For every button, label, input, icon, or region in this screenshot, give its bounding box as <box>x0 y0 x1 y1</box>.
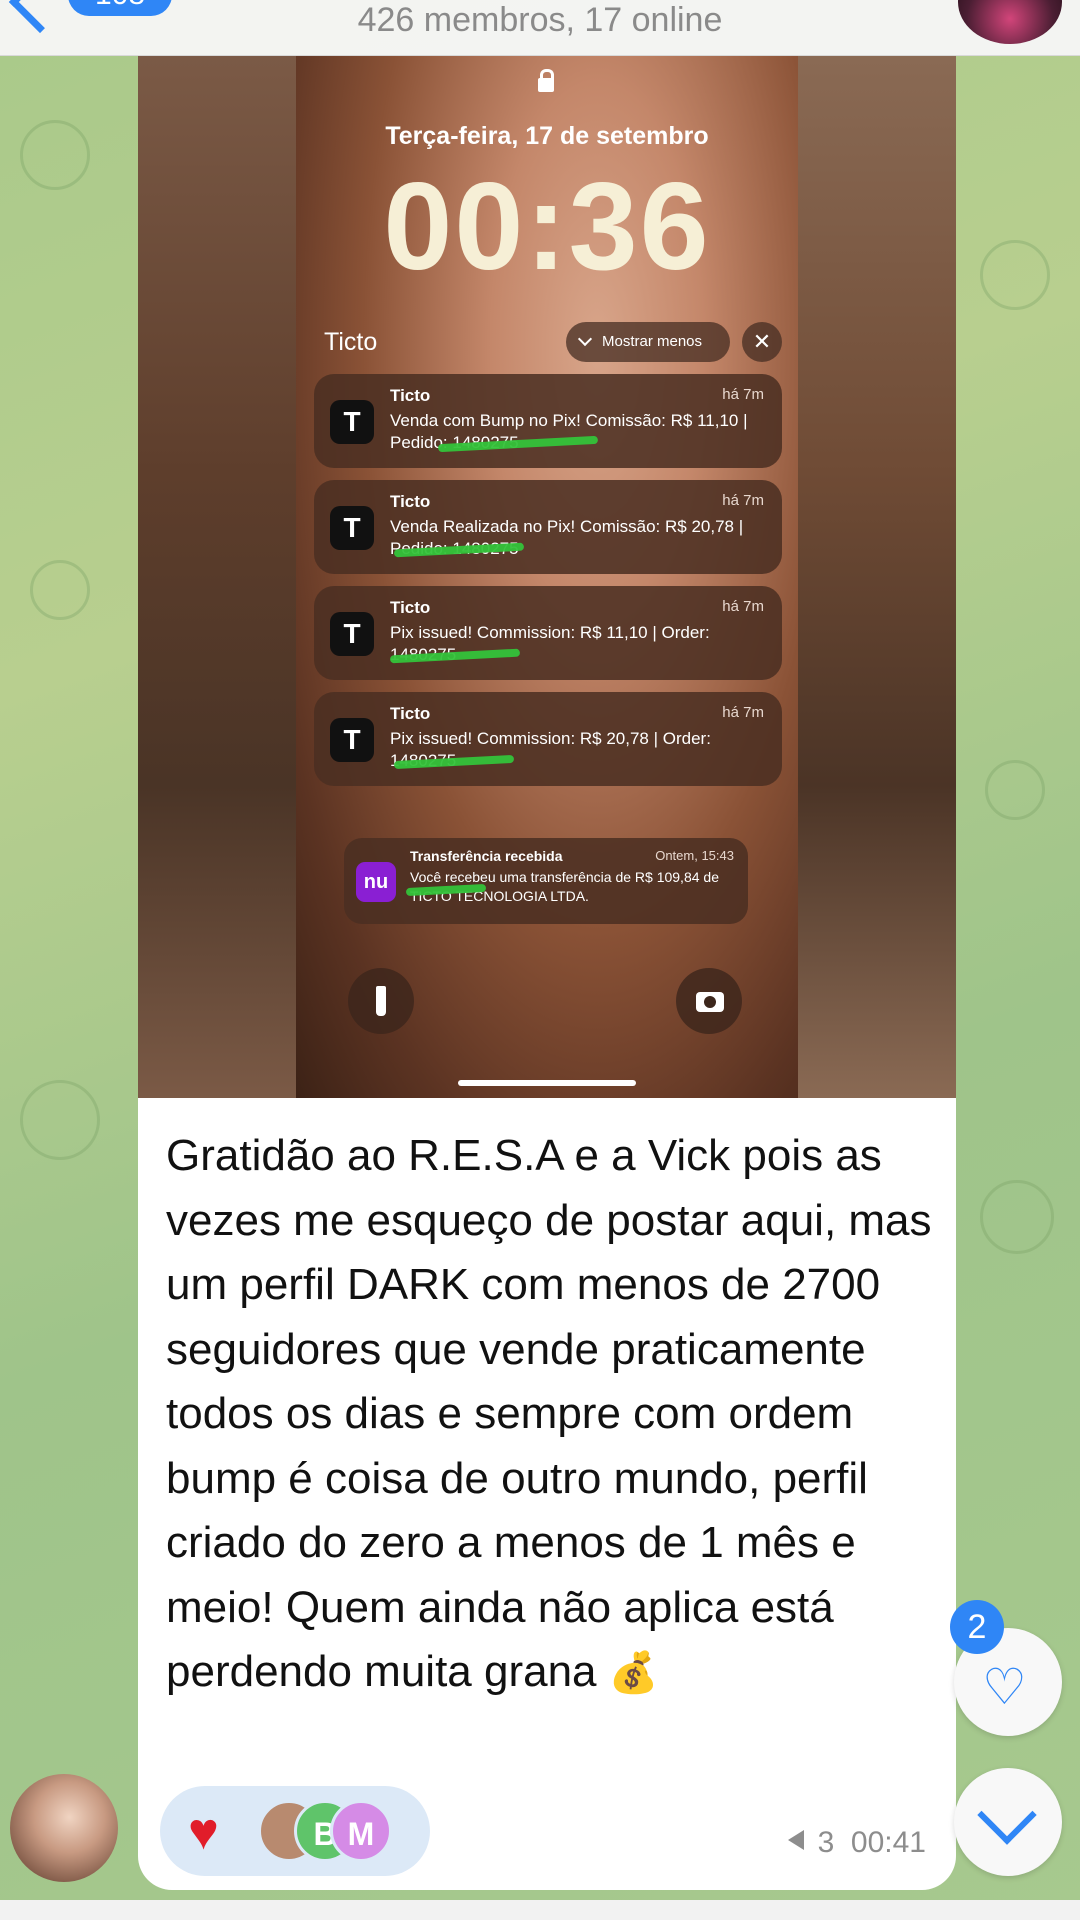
bank-notification-card: nu Transferência recebida Ontem, 15:43 V… <box>344 838 748 924</box>
wallpaper-doodle <box>30 560 90 620</box>
camera-button <box>676 968 742 1034</box>
close-icon: ✕ <box>742 322 782 362</box>
flashlight-icon <box>376 986 386 1016</box>
chat-subtitle[interactable]: 426 membros, 17 online <box>0 0 1080 40</box>
message-text: Gratidão ao R.E.S.A e a Vick pois as vez… <box>166 1124 936 1706</box>
chevron-down-icon <box>977 1785 1037 1845</box>
heart-reaction-icon[interactable]: ♥ <box>188 1806 219 1858</box>
show-less-label: Mostrar menos <box>602 333 703 350</box>
ticto-app-icon: T <box>330 718 374 762</box>
ticto-app-icon: T <box>330 400 374 444</box>
message-time: 00:41 <box>850 1826 926 1859</box>
notification-time: há 7m <box>722 598 764 615</box>
reactor-avatar: M <box>330 1800 392 1862</box>
notification-card: T Ticto há 7m Pix issued! Commission: R$… <box>314 692 782 786</box>
wallpaper-doodle <box>980 240 1050 310</box>
home-indicator <box>458 1080 636 1086</box>
chevron-down-icon <box>577 331 593 347</box>
photo-blur-left <box>138 56 296 1098</box>
reply-count[interactable]: 3 <box>818 1826 835 1859</box>
photo-blur-right <box>798 56 956 1098</box>
notification-title: Ticto <box>390 386 431 405</box>
ticto-app-icon: T <box>330 612 374 656</box>
nubank-app-icon: nu <box>356 862 396 902</box>
message-meta: 3 00:41 <box>787 1826 926 1860</box>
lock-icon <box>538 69 554 92</box>
notification-title: Ticto <box>390 704 431 723</box>
input-bar-edge <box>0 1900 1080 1920</box>
message-body: Gratidão ao R.E.S.A e a Vick pois as vez… <box>166 1131 932 1696</box>
message-bubble[interactable]: Terça-feira, 17 de setembro 00:36 Ticto … <box>138 56 956 1890</box>
scroll-down-button[interactable] <box>954 1768 1062 1876</box>
notification-group-label: Ticto <box>324 328 378 356</box>
message-photo[interactable]: Terça-feira, 17 de setembro 00:36 Ticto … <box>138 56 956 1098</box>
wallpaper-doodle <box>985 760 1045 820</box>
chat-header: 108 426 membros, 17 online <box>0 0 1080 56</box>
notification-title: Ticto <box>390 598 431 617</box>
bank-notification-time: Ontem, 15:43 <box>655 848 734 863</box>
lockscreen-time: 00:36 <box>383 158 711 296</box>
notification-time: há 7m <box>722 386 764 403</box>
heart-outline-icon: ♡ <box>982 1659 1027 1715</box>
notification-card: T Ticto há 7m Pix issued! Commission: R$… <box>314 586 782 680</box>
bank-notification-title: Transferência recebida <box>410 848 563 864</box>
reactions-bar[interactable]: ♥ B M <box>160 1786 430 1876</box>
notification-time: há 7m <box>722 492 764 509</box>
flashlight-button <box>348 968 414 1034</box>
reaction-count-badge: 2 <box>950 1600 1004 1654</box>
notification-card: T Ticto há 7m Venda Realizada no Pix! Co… <box>314 480 782 574</box>
wallpaper-doodle <box>980 1180 1054 1254</box>
show-less-button: Mostrar menos <box>566 322 730 362</box>
reply-arrow-icon <box>787 1830 804 1850</box>
lockscreen-screenshot: Terça-feira, 17 de setembro 00:36 Ticto … <box>296 56 798 1098</box>
notification-title: Ticto <box>390 492 431 511</box>
wallpaper-doodle <box>20 120 90 190</box>
camera-icon <box>696 992 724 1012</box>
ticto-app-icon: T <box>330 506 374 550</box>
money-bag-emoji: 💰 <box>608 1651 659 1695</box>
wallpaper-doodle <box>20 1080 100 1160</box>
sender-avatar[interactable] <box>10 1774 118 1882</box>
lockscreen-date: Terça-feira, 17 de setembro <box>385 122 709 150</box>
notification-time: há 7m <box>722 704 764 721</box>
notification-card: T Ticto há 7m Venda com Bump no Pix! Com… <box>314 374 782 468</box>
